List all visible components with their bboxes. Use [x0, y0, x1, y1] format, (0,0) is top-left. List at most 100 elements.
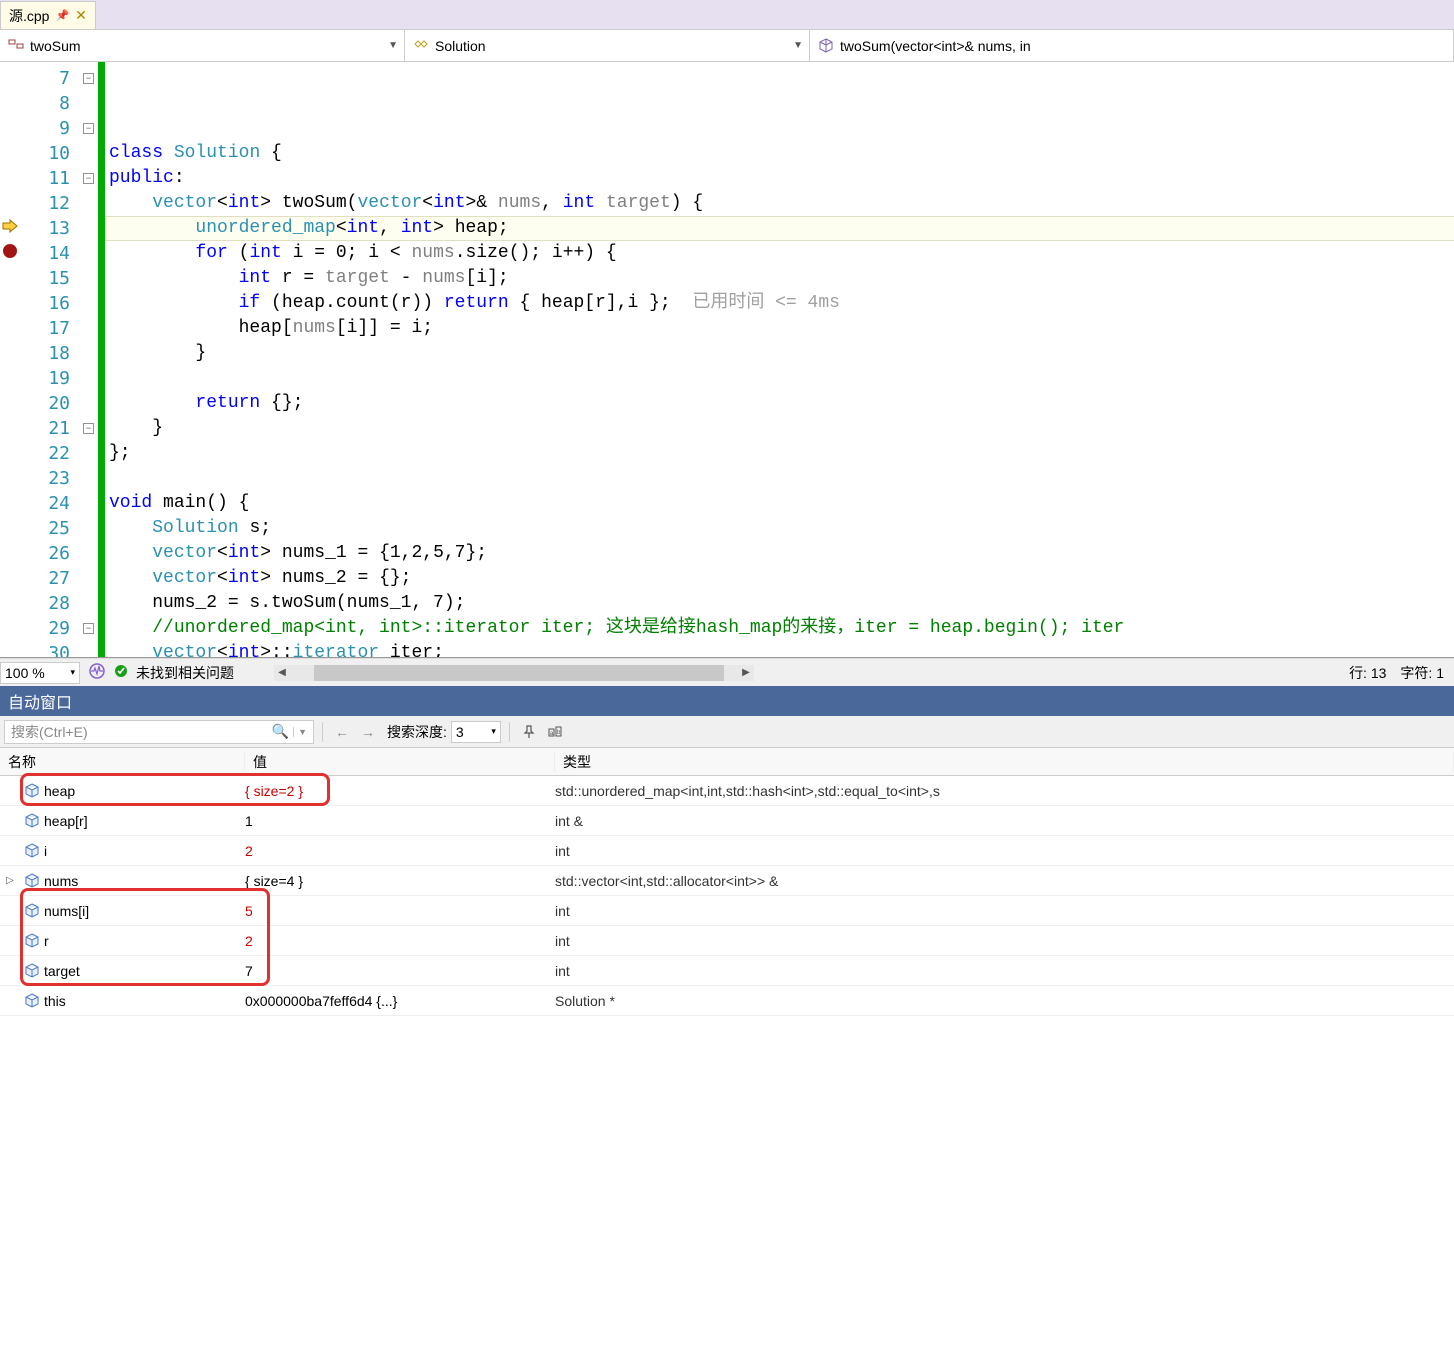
- variable-value[interactable]: 5: [245, 903, 555, 919]
- code-line[interactable]: Solution s;: [105, 516, 1454, 541]
- line-number: 7: [20, 66, 70, 91]
- pin-icon[interactable]: 📌: [55, 9, 69, 22]
- code-line[interactable]: //unordered_map<int, int>::iterator iter…: [105, 616, 1454, 641]
- variable-row[interactable]: i2int: [0, 836, 1454, 866]
- search-dropdown-icon[interactable]: ▼: [293, 727, 307, 737]
- line-number: 26: [20, 541, 70, 566]
- code-content[interactable]: class Solution {public: vector<int> twoS…: [105, 62, 1454, 657]
- grid-header[interactable]: 名称 值 类型: [0, 748, 1454, 776]
- class-dropdown[interactable]: Solution ▼: [405, 30, 810, 61]
- pin-tool-icon[interactable]: [518, 721, 540, 743]
- zoom-dropdown[interactable]: 100 % ▾: [0, 662, 80, 684]
- fold-toggle[interactable]: −: [83, 123, 94, 134]
- chevron-down-icon: ▼: [793, 40, 803, 51]
- line-number: 15: [20, 266, 70, 291]
- variable-row[interactable]: this0x000000ba7feff6d4 {...}Solution *: [0, 986, 1454, 1016]
- variable-row[interactable]: nums[i]5int: [0, 896, 1454, 926]
- editor-status-bar: 100 % ▾ 未找到相关问题 ◀ ▶ 行: 13 字符: 1: [0, 658, 1454, 686]
- nav-back-button[interactable]: ←: [331, 721, 353, 743]
- header-name[interactable]: 名称: [0, 752, 245, 772]
- code-line[interactable]: class Solution {: [105, 141, 1454, 166]
- variable-type: std::unordered_map<int,int,std::hash<int…: [555, 783, 1454, 799]
- folding-column[interactable]: − − − − −: [80, 62, 98, 657]
- variables-grid: 名称 值 类型 heap{ size=2 }std::unordered_map…: [0, 748, 1454, 1016]
- member-dropdown[interactable]: twoSum(vector<int>& nums, in: [810, 30, 1454, 61]
- cursor-position: 行: 13 字符: 1: [1349, 663, 1454, 683]
- variable-row[interactable]: target7int: [0, 956, 1454, 986]
- search-icon[interactable]: 🔍: [272, 723, 289, 740]
- issues-text: 未找到相关问题: [136, 663, 234, 683]
- health-icon[interactable]: [88, 662, 106, 683]
- code-line[interactable]: public:: [105, 166, 1454, 191]
- line-number: 11: [20, 166, 70, 191]
- code-editor[interactable]: 7891011121314151617181920212223242526272…: [0, 62, 1454, 658]
- method-icon: [818, 38, 834, 54]
- header-value[interactable]: 值: [245, 752, 555, 772]
- variable-name: heap: [44, 783, 245, 799]
- breakpoint-icon[interactable]: [3, 244, 17, 258]
- variable-type: int: [555, 933, 1454, 949]
- variable-value[interactable]: 0x000000ba7feff6d4 {...}: [245, 993, 555, 1009]
- scroll-left-icon[interactable]: ◀: [274, 665, 290, 681]
- fold-toggle[interactable]: −: [83, 423, 94, 434]
- code-line[interactable]: int r = target - nums[i];: [105, 266, 1454, 291]
- display-format-icon[interactable]: ab: [544, 721, 566, 743]
- code-line[interactable]: vector<int> nums_2 = {};: [105, 566, 1454, 591]
- code-line[interactable]: vector<int>::iterator iter;: [105, 641, 1454, 657]
- code-line[interactable]: };: [105, 441, 1454, 466]
- code-line[interactable]: for (int i = 0; i < nums.size(); i++) {: [105, 241, 1454, 266]
- line-number: 8: [20, 91, 70, 116]
- check-icon: [114, 664, 128, 681]
- code-line[interactable]: [105, 466, 1454, 491]
- code-line[interactable]: unordered_map<int, int> heap;: [105, 216, 1454, 241]
- code-line[interactable]: if (heap.count(r)) return { heap[r],i };…: [105, 291, 1454, 316]
- code-line[interactable]: [105, 366, 1454, 391]
- scroll-right-icon[interactable]: ▶: [738, 665, 754, 681]
- glyph-margin[interactable]: [0, 62, 20, 657]
- code-line[interactable]: void main() {: [105, 491, 1454, 516]
- fold-toggle[interactable]: −: [83, 173, 94, 184]
- line-number: 23: [20, 466, 70, 491]
- line-number: 10: [20, 141, 70, 166]
- variable-value[interactable]: { size=2 }: [245, 783, 555, 799]
- depth-spinner[interactable]: 3 ▾: [451, 721, 501, 743]
- scope-icon: [8, 36, 24, 55]
- code-line[interactable]: vector<int> twoSum(vector<int>& nums, in…: [105, 191, 1454, 216]
- variable-value[interactable]: 2: [245, 843, 555, 859]
- fold-toggle[interactable]: −: [83, 73, 94, 84]
- variable-value[interactable]: 1: [245, 813, 555, 829]
- close-icon[interactable]: ✕: [75, 7, 87, 24]
- search-input[interactable]: 搜索(Ctrl+E) 🔍 ▼: [4, 720, 314, 744]
- variable-row[interactable]: heap[r]1int &: [0, 806, 1454, 836]
- variable-row[interactable]: heap{ size=2 }std::unordered_map<int,int…: [0, 776, 1454, 806]
- code-line[interactable]: heap[nums[i]] = i;: [105, 316, 1454, 341]
- variable-icon: [24, 993, 40, 1009]
- separator: [509, 722, 510, 742]
- variable-value[interactable]: { size=4 }: [245, 873, 555, 889]
- variable-name: target: [44, 963, 245, 979]
- line-number: 22: [20, 441, 70, 466]
- code-line[interactable]: return {};: [105, 391, 1454, 416]
- code-line[interactable]: }: [105, 416, 1454, 441]
- file-tab[interactable]: 源.cpp 📌 ✕: [0, 1, 96, 29]
- fold-toggle[interactable]: −: [83, 623, 94, 634]
- variable-row[interactable]: r2int: [0, 926, 1454, 956]
- variable-type: int: [555, 903, 1454, 919]
- variable-value[interactable]: 7: [245, 963, 555, 979]
- code-line[interactable]: }: [105, 341, 1454, 366]
- variable-icon: [24, 963, 40, 979]
- issues-status[interactable]: 未找到相关问题: [114, 663, 234, 683]
- expand-toggle[interactable]: ▷: [0, 875, 20, 886]
- scope-dropdown[interactable]: twoSum ▼: [0, 30, 405, 61]
- horizontal-scrollbar[interactable]: ◀ ▶: [274, 665, 754, 681]
- variable-value[interactable]: 2: [245, 933, 555, 949]
- variable-row[interactable]: ▷nums{ size=4 }std::vector<int,std::allo…: [0, 866, 1454, 896]
- scrollbar-thumb[interactable]: [314, 665, 724, 681]
- variable-type: int &: [555, 813, 1454, 829]
- variable-type: int: [555, 843, 1454, 859]
- member-text: twoSum(vector<int>& nums, in: [840, 38, 1031, 54]
- code-line[interactable]: nums_2 = s.twoSum(nums_1, 7);: [105, 591, 1454, 616]
- header-type[interactable]: 类型: [555, 752, 1454, 772]
- nav-forward-button[interactable]: →: [357, 721, 379, 743]
- code-line[interactable]: vector<int> nums_1 = {1,2,5,7};: [105, 541, 1454, 566]
